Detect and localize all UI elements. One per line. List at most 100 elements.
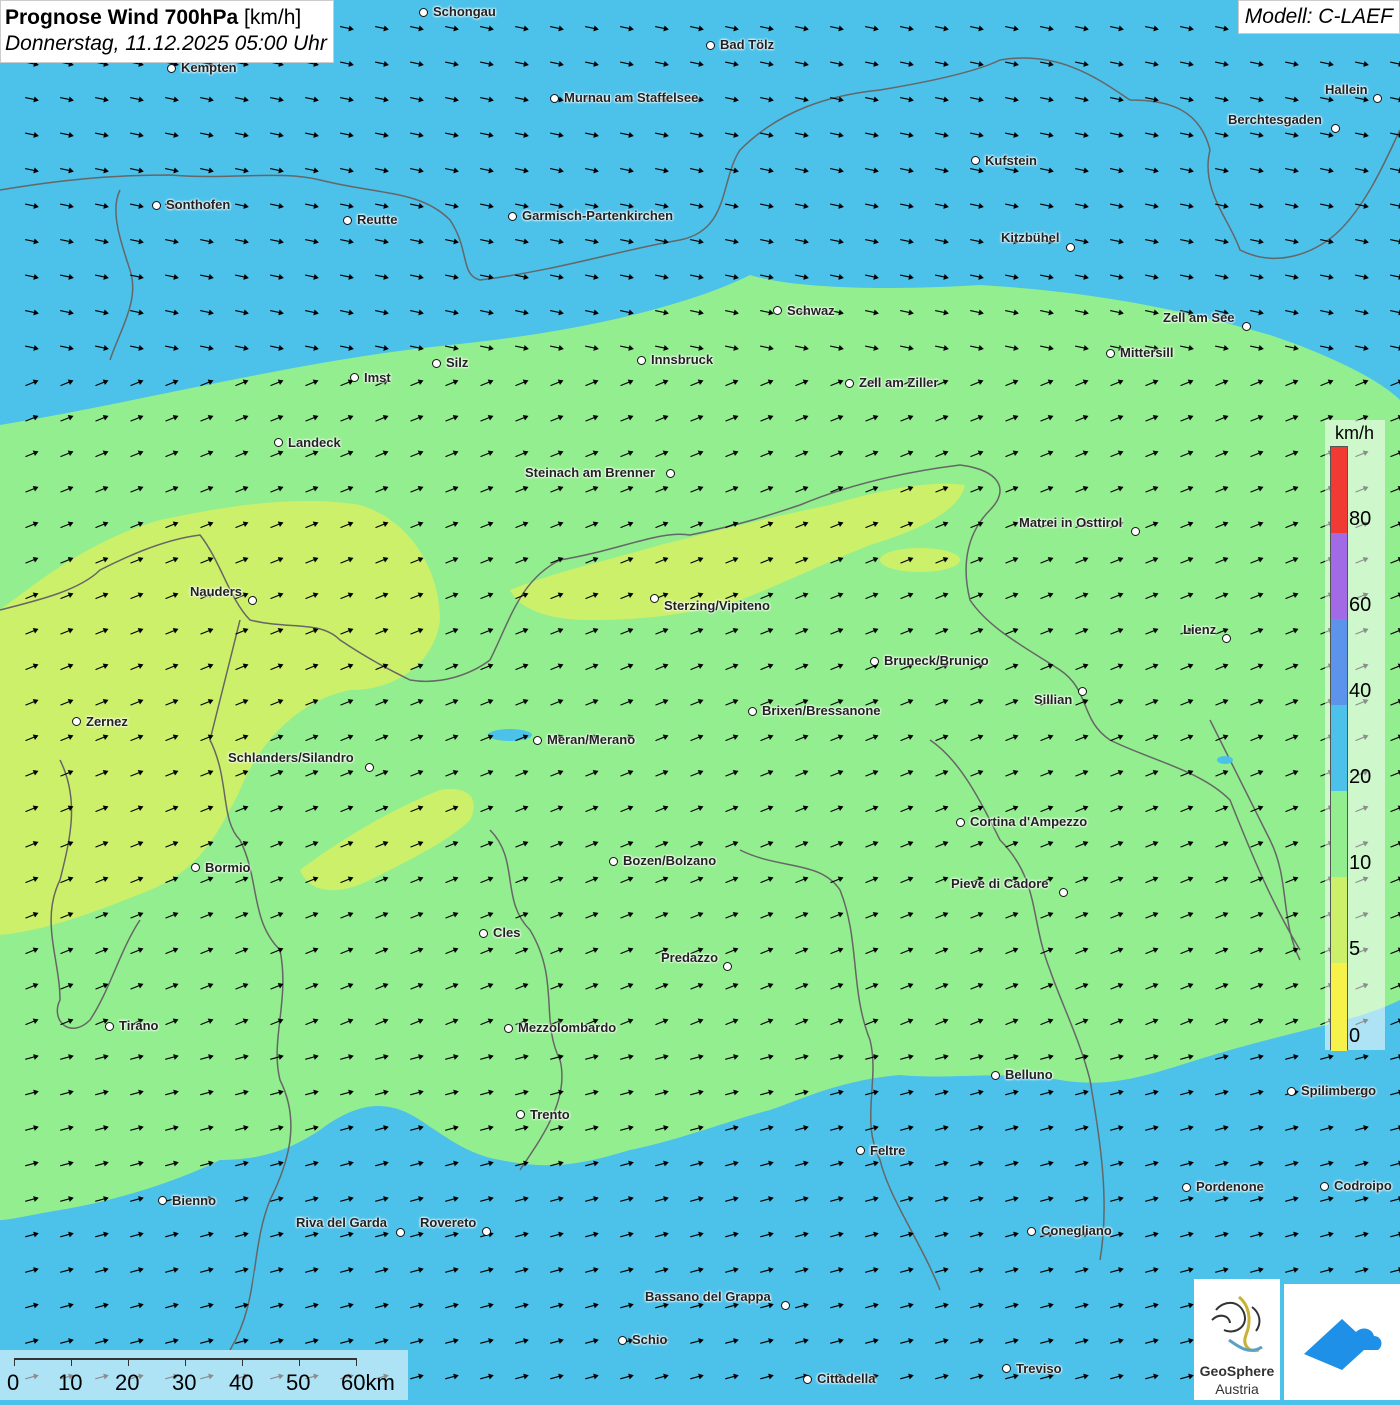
scale-bar: 0 10 20 30 40 50 60km [0, 1350, 408, 1400]
city-label: Schio [632, 1332, 668, 1347]
legend-tick-60: 60 [1349, 594, 1372, 616]
city-marker [618, 1336, 627, 1345]
city-label: Silz [446, 355, 469, 370]
city-marker [274, 438, 283, 447]
city-label: Cortina d'Ampezzo [970, 814, 1088, 829]
city-marker [482, 1227, 491, 1236]
city-label: Nauders [190, 584, 243, 599]
city-label: Matrei in Osttirol [1019, 515, 1123, 530]
city-marker [248, 596, 257, 605]
city-label: Zell am Ziller [859, 375, 939, 390]
city-label: Treviso [1016, 1361, 1062, 1376]
city-marker [1222, 634, 1231, 643]
city-marker [1320, 1182, 1329, 1191]
city-marker [365, 763, 374, 772]
city-label: Feltre [870, 1143, 906, 1158]
city-label: Trento [530, 1107, 570, 1122]
geosphere-emblem-icon [1211, 1295, 1263, 1353]
title-bold: Prognose Wind 700hPa [5, 6, 239, 29]
city-marker [508, 212, 517, 221]
legend-segment-10-20 [1331, 791, 1347, 877]
city-label: Predazzo [661, 950, 719, 965]
city-marker [1331, 124, 1340, 133]
city-label: Rovereto [420, 1215, 477, 1230]
city-label: Schlanders/Silandro [228, 750, 354, 765]
geosphere-logo-name: GeoSphere [1199, 1363, 1275, 1379]
map-title: Prognose Wind 700hPa [km/h] [5, 5, 327, 31]
city-marker [803, 1375, 812, 1384]
city-label: Cles [493, 925, 521, 940]
city-label: Belluno [1005, 1067, 1053, 1082]
city-marker [419, 8, 428, 17]
city-marker [706, 41, 715, 50]
city-marker [1027, 1227, 1036, 1236]
city-label: Kufstein [985, 153, 1037, 168]
app-logo[interactable] [1284, 1284, 1400, 1400]
city-marker [650, 594, 659, 603]
legend-segment-60-80 [1331, 533, 1347, 619]
city-marker [191, 863, 200, 872]
scale-tick [71, 1358, 72, 1366]
city-label: Conegliano [1041, 1223, 1112, 1238]
city-marker [773, 306, 782, 315]
city-label: Landeck [288, 435, 341, 450]
city-marker [105, 1022, 114, 1031]
legend-segment-40-60 [1331, 619, 1347, 705]
city-marker [1182, 1183, 1191, 1192]
scale-tick [128, 1358, 129, 1366]
city-marker [167, 64, 176, 73]
city-label: Schongau [433, 4, 496, 19]
scale-label-0: 0 [7, 1370, 20, 1395]
forecast-datetime: Donnerstag, 11.12.2025 05:00 Uhr [5, 32, 327, 56]
city-marker [1131, 527, 1140, 536]
legend-segment-0-5 [1331, 963, 1347, 1051]
city-marker [723, 962, 732, 971]
scale-label-20: 20 [115, 1370, 140, 1395]
scale-label-60km: 60km [341, 1370, 395, 1395]
city-label: Tirano [119, 1018, 159, 1033]
title-panel: Prognose Wind 700hPa [km/h] Donnerstag, … [0, 0, 334, 63]
city-marker [870, 657, 879, 666]
city-label: Hallein [1325, 82, 1368, 97]
scale-tick [242, 1358, 243, 1366]
legend-tick-40: 40 [1349, 680, 1372, 702]
scale-tick [14, 1358, 15, 1366]
city-label: Bad Tölz [720, 37, 775, 52]
city-label: Riva del Garda [296, 1215, 388, 1230]
city-label: Sillian [1034, 692, 1073, 707]
city-marker [516, 1110, 525, 1119]
city-marker [1002, 1364, 1011, 1373]
city-marker [432, 359, 441, 368]
legend-segment-80-plus [1331, 447, 1347, 533]
city-marker [1373, 94, 1382, 103]
city-marker [72, 717, 81, 726]
city-label: Innsbruck [651, 352, 714, 367]
model-label: Modell: C-LAEF [1237, 0, 1400, 34]
city-label: Bozen/Bolzano [623, 853, 717, 868]
scale-label-30: 30 [172, 1370, 197, 1395]
city-label: Mezzolombardo [518, 1020, 617, 1035]
city-label: Spilimbergo [1301, 1083, 1377, 1098]
legend-tick-0: 0 [1349, 1025, 1361, 1047]
title-unit: [km/h] [244, 6, 302, 29]
city-marker [1242, 322, 1251, 331]
city-label: Zell am See [1163, 310, 1235, 325]
city-label: Berchtesgaden [1228, 112, 1322, 127]
city-marker [550, 94, 559, 103]
city-marker [479, 929, 488, 938]
city-marker [956, 818, 965, 827]
city-marker [504, 1024, 513, 1033]
scale-tick [299, 1358, 300, 1366]
city-label: Schwaz [787, 303, 835, 318]
city-label: Mittersill [1120, 345, 1174, 360]
city-label: Kitzbühel [1001, 230, 1060, 245]
city-marker [609, 857, 618, 866]
geosphere-austria-logo[interactable]: GeoSphere Austria [1194, 1279, 1280, 1400]
scale-label-50: 50 [286, 1370, 311, 1395]
city-label: Lienz [1183, 622, 1217, 637]
city-marker [396, 1228, 405, 1237]
city-label: Bienno [172, 1193, 217, 1208]
color-legend: km/h 80 60 40 20 10 5 0 [1325, 420, 1385, 1051]
city-label: Kempten [181, 60, 237, 75]
geosphere-logo-country: Austria [1215, 1381, 1259, 1397]
